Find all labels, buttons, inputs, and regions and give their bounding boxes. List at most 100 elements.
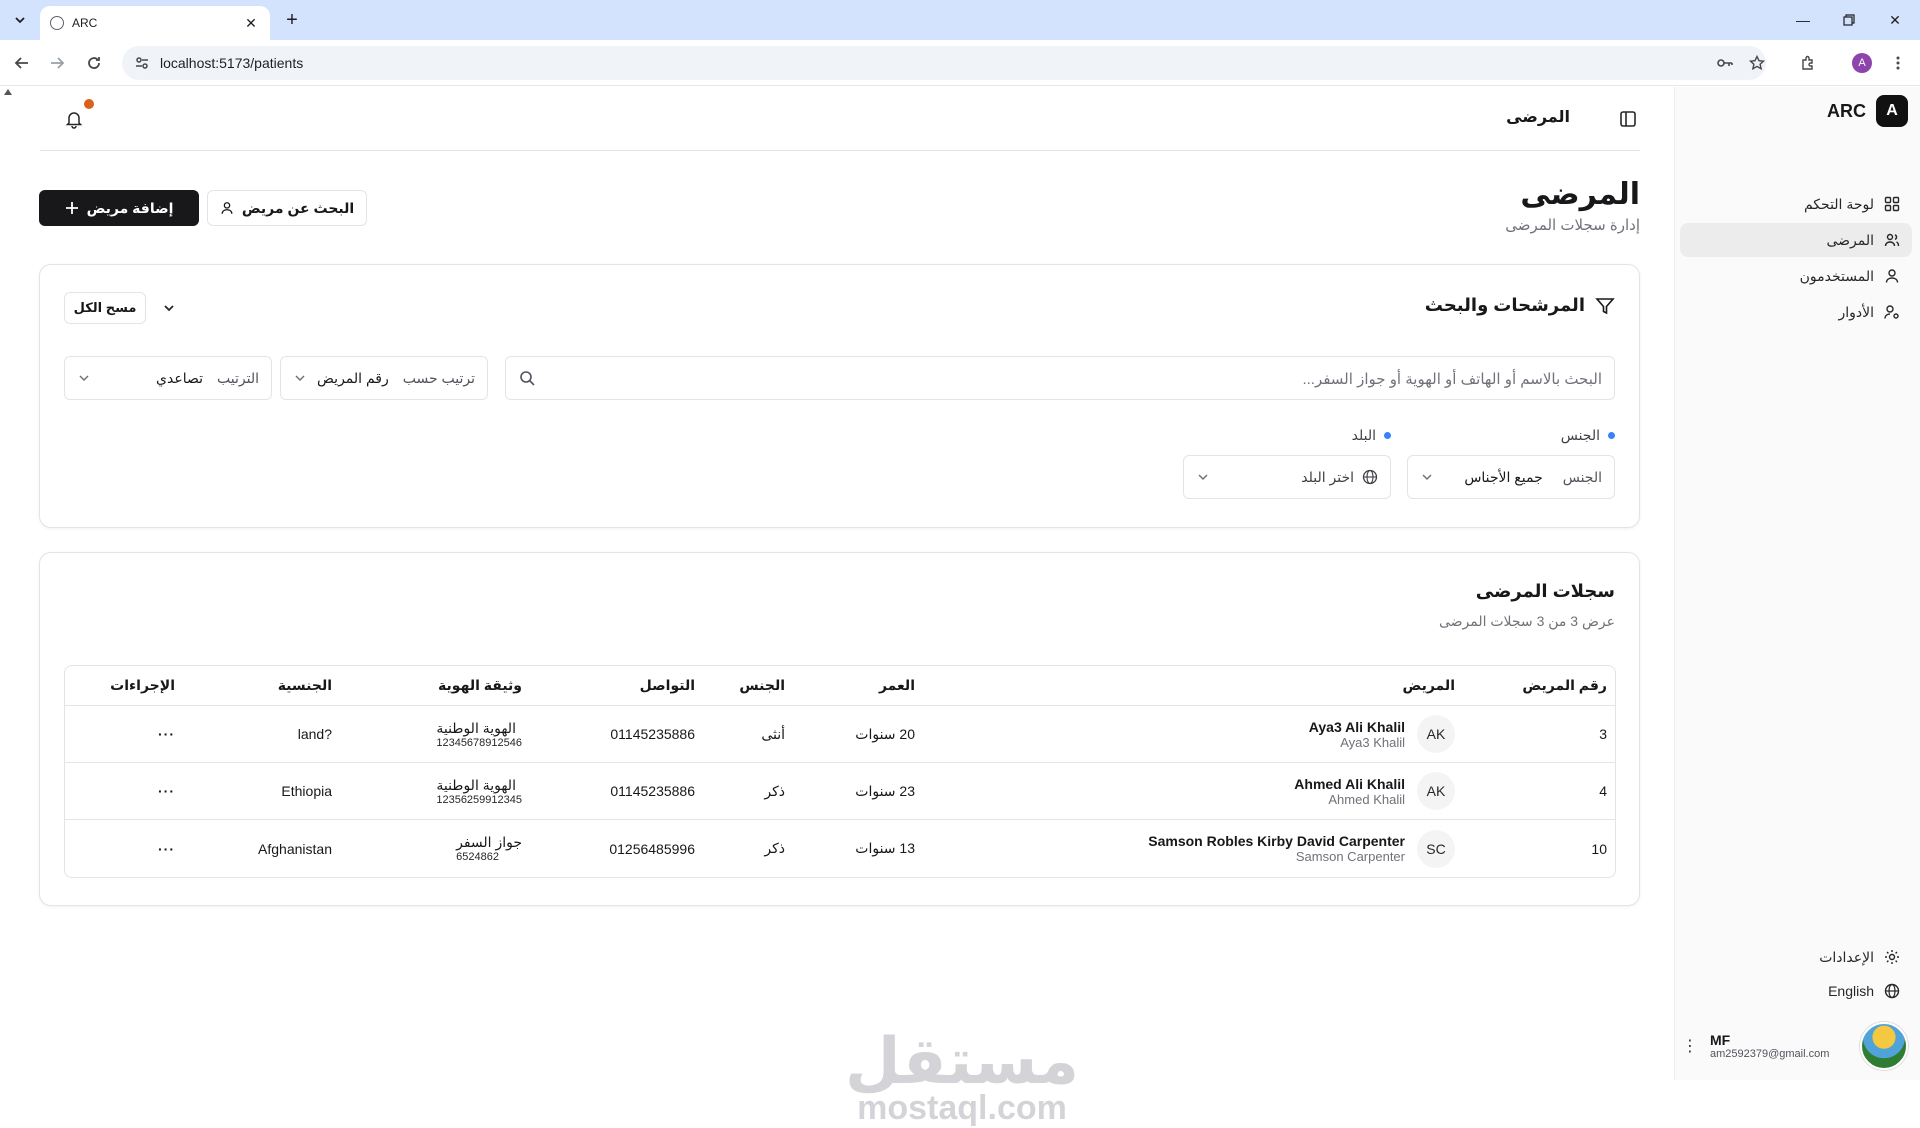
reload-button[interactable] (82, 51, 106, 75)
language-switch[interactable]: English (1680, 974, 1912, 1008)
chevron-down-icon[interactable] (160, 299, 178, 317)
records-subtitle: عرض 3 من 3 سجلات المرضى (1438, 613, 1615, 629)
cell-nationality: land? (297, 726, 332, 742)
sidebar-item-dashboard[interactable]: لوحة التحكم (1680, 187, 1912, 221)
app-root: A ARC لوحة التحكم المرضى المستخدمون الأد… (0, 87, 1920, 1127)
search-patient-label: البحث عن مريض (241, 199, 355, 216)
sidebar-item-label: المرضى (1826, 231, 1874, 248)
scroll-up-arrow[interactable] (4, 89, 12, 95)
new-tab-button[interactable]: + (280, 8, 304, 32)
cell-patient: SC Samson Robles Kirby David Carpenter S… (1148, 820, 1455, 877)
add-patient-button[interactable]: إضافة مريض (39, 190, 199, 226)
chevron-down-icon (1198, 474, 1208, 481)
col-contact[interactable]: التواصل (640, 666, 695, 705)
table-row[interactable]: 10 SC Samson Robles Kirby David Carpente… (65, 820, 1615, 877)
chevron-down-icon (15, 17, 25, 24)
chevron-down-icon (79, 375, 89, 382)
clear-all-button[interactable]: مسح الكل (64, 292, 146, 324)
forward-button[interactable] (45, 51, 69, 75)
col-patient[interactable]: المريض (1402, 666, 1455, 705)
patient-names: Samson Robles Kirby David Carpenter Sams… (1148, 833, 1405, 864)
user-cog-icon (1884, 305, 1899, 319)
arrow-left-icon (14, 57, 28, 69)
country-placeholder: اختر البلد (1301, 468, 1354, 485)
sidebar-item-users[interactable]: المستخدمون (1680, 259, 1912, 293)
cell-gender: ذكر (764, 840, 785, 856)
password-key-icon[interactable] (1713, 51, 1737, 75)
browser-toolbar: localhost:5173/patients A (0, 40, 1920, 86)
cell-patient: AK Aya3 Ali Khalil Aya3 Khalil (1309, 706, 1455, 762)
user-profile[interactable]: MF am2592379@gmail.com ⋮ (1680, 1018, 1912, 1074)
chevron-down-icon (1422, 474, 1432, 481)
sort-order-select[interactable]: الترتيب تصاعدي (64, 356, 272, 400)
restore-icon (1843, 14, 1855, 26)
status-dot (1384, 432, 1391, 439)
row-actions-button[interactable]: ··· (158, 820, 175, 877)
arrow-right-icon (51, 57, 65, 69)
table-row[interactable]: 4 AK Ahmed Ali Khalil Ahmed Khalil 23 سن… (65, 763, 1615, 820)
filter-icon (1595, 297, 1615, 314)
browser-menu-icon[interactable] (1886, 51, 1910, 75)
sort-by-select[interactable]: ترتيب حسب رقم المريض (280, 356, 488, 400)
more-vertical-icon[interactable]: ⋮ (1680, 1036, 1700, 1056)
user-info: MF am2592379@gmail.com (1710, 1032, 1850, 1060)
records-title: سجلات المرضى (1475, 581, 1615, 601)
cell-gender: أنثى (761, 725, 785, 742)
sidebar-toggle-icon[interactable] (1616, 107, 1640, 131)
search-patient-button[interactable]: البحث عن مريض (207, 190, 367, 226)
sidebar: A ARC لوحة التحكم المرضى المستخدمون الأد… (1674, 87, 1920, 1080)
col-gender[interactable]: الجنس (739, 666, 785, 705)
doc-number: 6524862 (456, 851, 499, 863)
add-patient-label: إضافة مريض (86, 199, 174, 216)
table-row[interactable]: 3 AK Aya3 Ali Khalil Aya3 Khalil 20 سنوا… (65, 706, 1615, 763)
sidebar-item-patients[interactable]: المرضى (1680, 223, 1912, 257)
col-nationality[interactable]: الجنسية (278, 666, 332, 705)
search-input[interactable]: البحث بالاسم أو الهاتف أو الهوية أو جواز… (505, 356, 1615, 400)
patient-full-name: Samson Robles Kirby David Carpenter (1148, 833, 1405, 849)
close-window-button[interactable]: ✕ (1872, 0, 1918, 40)
doc-type: الهوية الوطنية (436, 776, 516, 793)
doc-type: جواز السفر (456, 834, 522, 850)
cell-age: 20 سنوات (855, 725, 915, 742)
row-actions-button[interactable]: ··· (158, 706, 175, 762)
patient-short-name: Ahmed Khalil (1328, 791, 1405, 807)
search-icon (520, 371, 535, 386)
filters-card: المرشحات والبحث مسح الكل البحث بالاسم أو… (39, 264, 1640, 528)
patients-table: رقم المريض المريض العمر الجنس التواصل وث… (64, 665, 1616, 878)
filters-title: المرشحات والبحث (1424, 295, 1585, 315)
star-icon[interactable] (1745, 51, 1769, 75)
browser-tab[interactable]: ARC ✕ (40, 6, 270, 40)
gender-field-label: الجنس (1562, 468, 1602, 485)
cell-nationality: Afghanistan (258, 840, 332, 857)
doc-number: 12356259912345 (436, 793, 522, 806)
globe-icon (50, 16, 64, 30)
col-document[interactable]: وثيقة الهوية (438, 666, 522, 705)
row-actions-button[interactable]: ··· (158, 763, 175, 819)
extensions-icon[interactable] (1796, 51, 1820, 75)
col-age[interactable]: العمر (879, 666, 915, 705)
sidebar-item-roles[interactable]: الأدوار (1680, 295, 1912, 329)
user-email: am2592379@gmail.com (1710, 1048, 1830, 1060)
back-button[interactable] (10, 51, 34, 75)
doc-number: 12345678912546 (436, 736, 522, 749)
notification-badge (84, 99, 94, 109)
col-id[interactable]: رقم المريض (1522, 666, 1607, 705)
brand[interactable]: A ARC (1827, 95, 1908, 127)
language-label: English (1828, 983, 1874, 999)
restore-button[interactable] (1826, 0, 1872, 40)
tab-search-dropdown[interactable] (8, 8, 32, 32)
bell-icon[interactable] (64, 109, 84, 129)
minimize-button[interactable]: — (1780, 0, 1826, 40)
browser-tabbar: ARC ✕ + — ✕ (0, 0, 1920, 40)
close-tab-icon[interactable]: ✕ (242, 14, 260, 32)
site-info-icon[interactable] (134, 55, 150, 71)
country-select[interactable]: اختر البلد (1183, 455, 1391, 499)
settings-link[interactable]: الإعدادات (1680, 940, 1912, 974)
address-bar[interactable]: localhost:5173/patients (122, 46, 1766, 80)
dashboard-icon (1884, 196, 1900, 212)
profile-button[interactable]: A (1850, 51, 1874, 75)
brand-logo: A (1876, 95, 1908, 127)
gender-value: جميع الأجناس (1464, 468, 1543, 485)
gender-label-text: الجنس (1560, 427, 1600, 443)
gender-select[interactable]: الجنس جميع الأجناس (1407, 455, 1615, 499)
